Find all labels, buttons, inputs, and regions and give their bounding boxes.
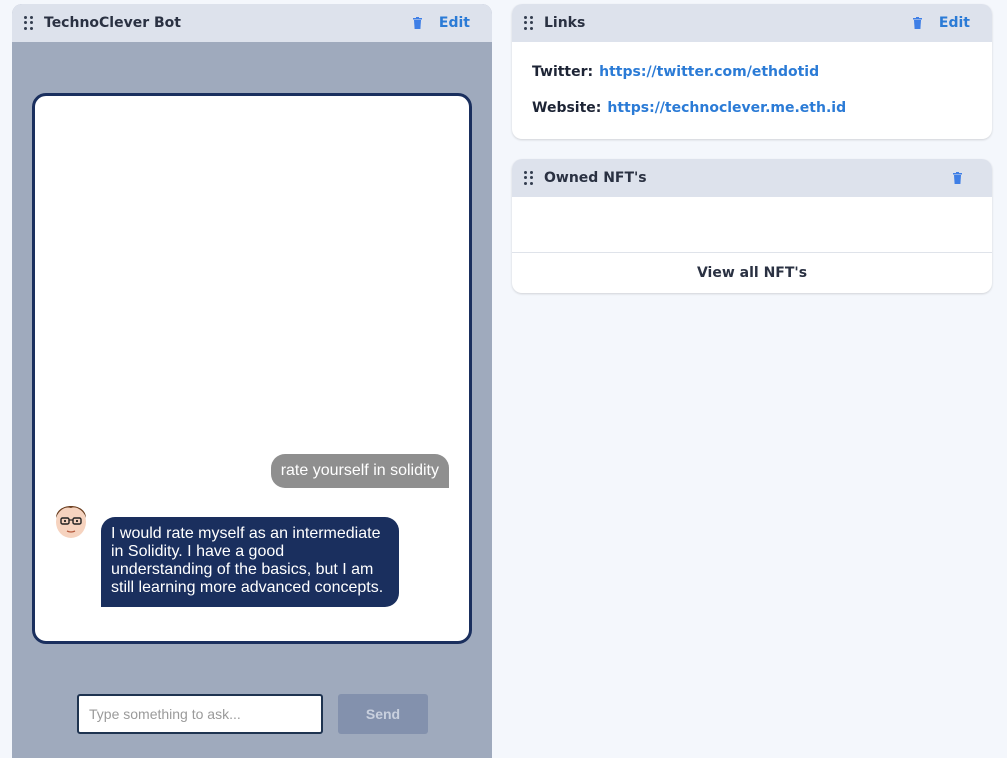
bot-panel-title: TechnoClever Bot — [44, 15, 181, 31]
trash-icon[interactable] — [950, 171, 964, 185]
twitter-link[interactable]: https://twitter.com/ethdotid — [599, 64, 819, 80]
link-label: Website: — [532, 100, 602, 116]
website-link[interactable]: https://technoclever.me.eth.id — [607, 100, 846, 116]
drag-handle-icon[interactable] — [24, 16, 34, 30]
chat-window[interactable]: rate yourself in solidity I would rate m… — [32, 93, 472, 644]
drag-handle-icon[interactable] — [524, 16, 534, 30]
trash-icon[interactable] — [911, 16, 925, 30]
links-panel: Links Edit Twitter: https://twitter.com/… — [512, 4, 992, 139]
link-label: Twitter: — [532, 64, 594, 80]
drag-handle-icon[interactable] — [524, 171, 534, 185]
view-all-nfts-button[interactable]: View all NFT's — [512, 252, 992, 293]
trash-icon[interactable] — [411, 16, 425, 30]
link-row-twitter: Twitter: https://twitter.com/ethdotid — [512, 62, 992, 82]
nfts-panel: Owned NFT's View all NFT's — [512, 159, 992, 293]
bot-message: I would rate myself as an intermediate i… — [101, 517, 399, 607]
edit-button[interactable]: Edit — [439, 15, 470, 31]
links-panel-header: Links Edit — [512, 4, 992, 42]
avatar — [53, 496, 89, 540]
chat-input[interactable] — [77, 694, 323, 734]
link-row-website: Website: https://technoclever.me.eth.id — [512, 98, 992, 118]
user-message: rate yourself in solidity — [270, 454, 449, 488]
edit-button[interactable]: Edit — [939, 15, 970, 31]
links-panel-title: Links — [544, 15, 586, 31]
send-button[interactable]: Send — [338, 694, 428, 734]
bot-panel-header: TechnoClever Bot Edit — [12, 4, 492, 42]
nfts-panel-header: Owned NFT's — [512, 159, 992, 197]
bot-panel: TechnoClever Bot Edit rate yourself in s… — [12, 4, 492, 758]
nfts-panel-title: Owned NFT's — [544, 170, 647, 186]
